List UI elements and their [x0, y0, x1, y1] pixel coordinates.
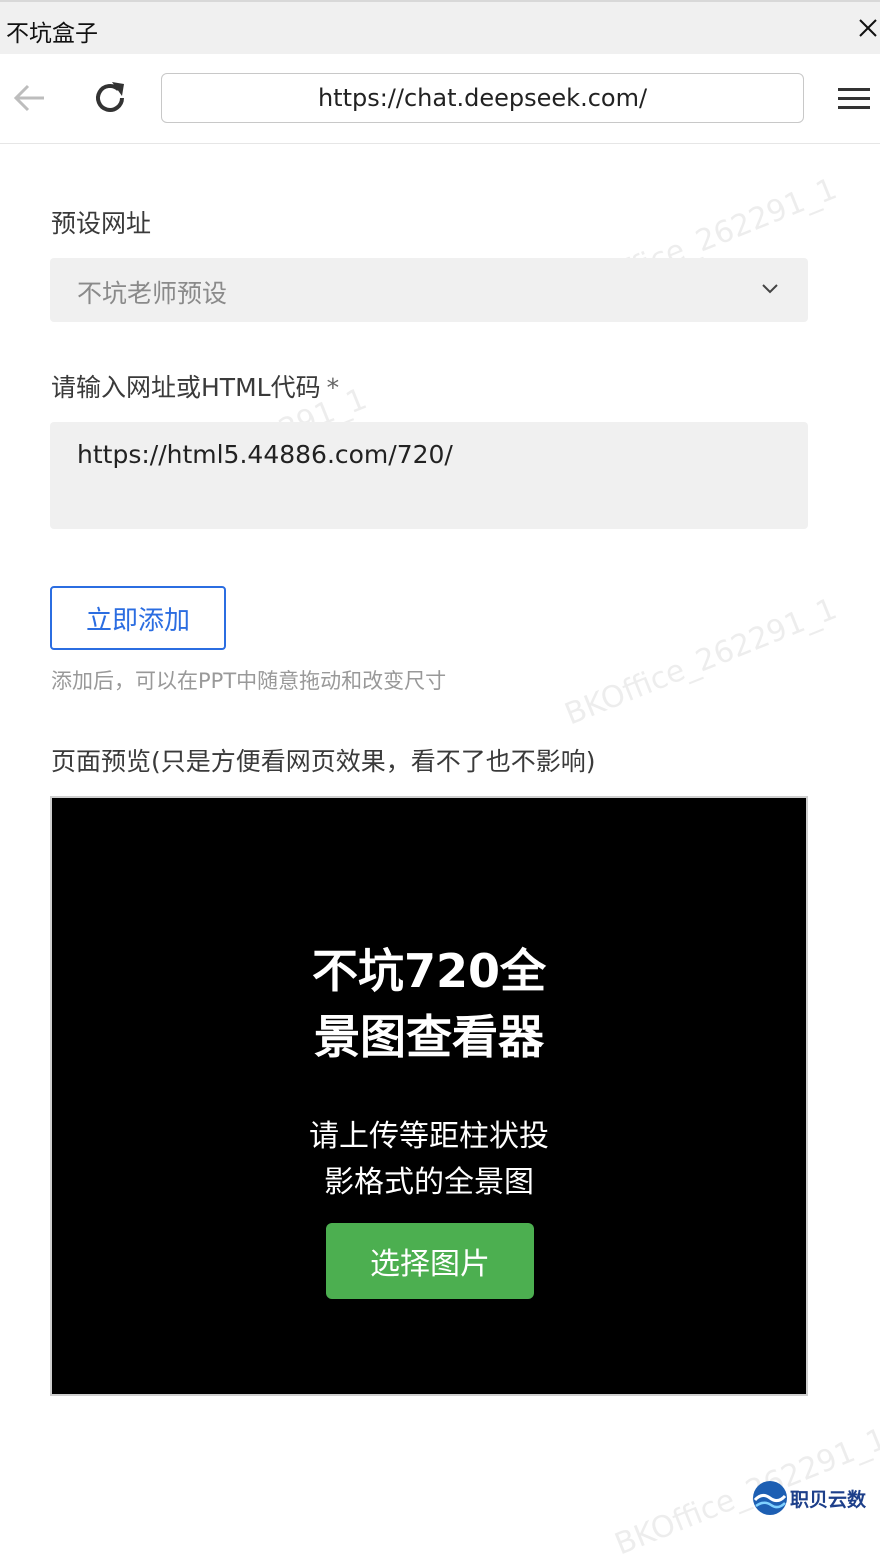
menu-icon[interactable]: [836, 84, 872, 114]
back-arrow-icon[interactable]: [12, 80, 48, 116]
url-bar[interactable]: https://chat.deepseek.com/: [161, 73, 804, 123]
preview-sub-line1: 请上传等距柱状投: [309, 1119, 549, 1154]
input-label-text: 请输入网址或HTML代码: [51, 373, 321, 402]
input-label: 请输入网址或HTML代码 *: [51, 368, 339, 404]
preset-select[interactable]: 不坑老师预设: [50, 258, 808, 322]
required-mark: *: [326, 373, 340, 402]
add-hint: 添加后，可以在PPT中随意拖动和改变尺寸: [51, 669, 447, 693]
preview-heading-line1: 不坑720全: [311, 944, 547, 998]
select-image-button[interactable]: 选择图片: [326, 1223, 534, 1299]
add-now-button[interactable]: 立即添加: [50, 586, 226, 650]
brand-logo-icon: [753, 1481, 787, 1515]
browser-navbar: https://chat.deepseek.com/: [0, 54, 880, 144]
preview-heading-line2: 景图查看器: [314, 1010, 544, 1064]
preset-label: 预设网址: [51, 209, 152, 238]
window-titlebar: 不坑盒子: [0, 0, 880, 54]
preview-sub-line2: 影格式的全景图: [324, 1165, 534, 1200]
url-text: https://chat.deepseek.com/: [317, 84, 648, 112]
preset-select-value: 不坑老师预设: [77, 279, 228, 308]
brand-badge: 职贝云数: [752, 1478, 880, 1518]
chevron-down-icon: [762, 284, 778, 294]
window-title: 不坑盒子: [6, 21, 98, 47]
watermark: BKOffice_262291_1: [560, 591, 842, 733]
preview-label: 页面预览(只是方便看网页效果，看不了也不影响): [51, 747, 596, 776]
brand-name: 职贝云数: [790, 1488, 867, 1511]
close-icon[interactable]: [856, 16, 880, 40]
url-html-input-value: https://html5.44886.com/720/: [77, 440, 453, 469]
reload-icon[interactable]: [90, 78, 130, 118]
page-preview: 不坑720全 景图查看器 请上传等距柱状投 影格式的全景图 选择图片: [50, 796, 808, 1396]
url-html-input[interactable]: https://html5.44886.com/720/: [50, 422, 808, 529]
